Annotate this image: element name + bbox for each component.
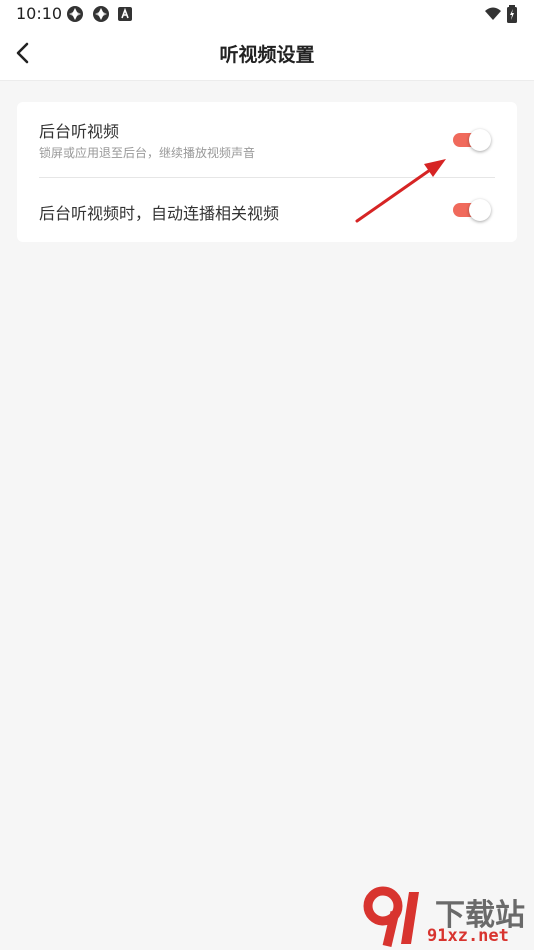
nav-bar: 听视频设置 — [0, 28, 534, 80]
watermark-domain: 91xz.net — [427, 926, 509, 946]
aperture-icon — [67, 6, 83, 22]
status-bar: 10:10 — [0, 0, 534, 28]
setting-subtitle: 锁屏或应用退至后台，继续播放视频声音 — [39, 146, 256, 160]
setting-row-background-listen[interactable]: 后台听视频 锁屏或应用退至后台，继续播放视频声音 — [17, 102, 517, 178]
setting-title: 后台听视频时，自动连播相关视频 — [39, 204, 280, 223]
page-title: 听视频设置 — [219, 44, 315, 66]
setting-row-auto-play-related[interactable]: 后台听视频时，自动连播相关视频 — [17, 178, 517, 242]
toggle-knob — [469, 199, 491, 221]
settings-card: 后台听视频 锁屏或应用退至后台，继续播放视频声音 后台听视频时，自动连播相关视频 — [17, 102, 517, 242]
top-bar: 10:10 听视频设置 — [0, 0, 534, 81]
battery-icon — [507, 5, 517, 23]
watermark-logo: 下载站 91xz.net — [355, 882, 534, 950]
background-listen-toggle[interactable] — [453, 129, 491, 151]
aperture-icon — [93, 6, 109, 22]
status-time: 10:10 — [16, 4, 63, 23]
a-badge-icon — [118, 7, 132, 21]
watermark-91-icon — [363, 886, 419, 948]
setting-title: 后台听视频 — [39, 122, 120, 141]
toggle-knob — [469, 129, 491, 151]
auto-play-related-toggle[interactable] — [453, 199, 491, 221]
wifi-icon — [485, 7, 501, 20]
